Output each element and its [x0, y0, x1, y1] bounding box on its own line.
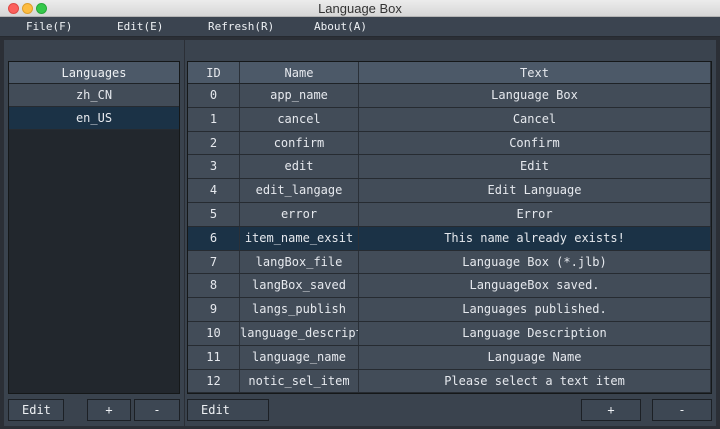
table-body: 0 app_name Language Box 1 cancel Cancel 2 confi…	[188, 84, 711, 394]
cell-id: 2	[188, 131, 240, 155]
cell-text: Confirm	[359, 131, 711, 155]
table-row[interactable]: 9 langs_publish Languages published.	[188, 298, 711, 322]
cell-id: 6	[188, 226, 240, 250]
cell-text: Language Box (*.jlb)	[359, 250, 711, 274]
cell-id: 1	[188, 107, 240, 131]
cell-id: 8	[188, 274, 240, 298]
menu-refresh[interactable]: Refresh(R)	[208, 20, 274, 33]
language-item-en-us[interactable]: en_US	[9, 107, 179, 130]
edit-language-button[interactable]: Edit	[8, 399, 64, 421]
cell-text: Language Name	[359, 345, 711, 369]
cell-id: 0	[188, 84, 240, 107]
table-row[interactable]: 0 app_name Language Box	[188, 84, 711, 108]
table-row[interactable]: 6 item_name_exsit This name already exists…	[188, 226, 711, 251]
cell-id: 5	[188, 202, 240, 226]
cell-name: language_descript	[240, 321, 359, 345]
table-row[interactable]: 10 language_descript Language Description	[188, 321, 711, 346]
cell-text: Languages published.	[359, 298, 711, 321]
cell-text: Cancel	[359, 107, 711, 131]
cell-text: Language Description	[359, 321, 711, 345]
menu-about[interactable]: About(A)	[314, 20, 367, 33]
cell-name: app_name	[240, 84, 359, 107]
cell-name: language_name	[240, 345, 359, 369]
table-row[interactable]: 5 error Error	[188, 202, 711, 227]
cell-id: 4	[188, 179, 240, 202]
add-text-button[interactable]: +	[581, 399, 641, 421]
cell-text: Edit	[359, 155, 711, 179]
cell-id: 3	[188, 155, 240, 179]
table-row[interactable]: 7 langBox_file Language Box (*.jlb)	[188, 250, 711, 275]
table-row[interactable]: 3 edit Edit	[188, 155, 711, 180]
texts-table[interactable]: ID Name Text 0 app_name Language Box 1 cance…	[187, 61, 712, 394]
menu-bar: File(F) Edit(E) Refresh(R) About(A)	[0, 17, 720, 37]
cell-text: LanguageBox saved.	[359, 274, 711, 298]
cell-name: error	[240, 202, 359, 226]
languages-list[interactable]: Languages zh_CN en_US	[8, 61, 180, 394]
cell-name: edit_langage	[240, 179, 359, 202]
table-row[interactable]: 11 language_name Language Name	[188, 345, 711, 370]
cell-name: cancel	[240, 107, 359, 131]
remove-text-button[interactable]: -	[652, 399, 712, 421]
cell-id: 7	[188, 250, 240, 274]
cell-name: item_name_exsit	[240, 226, 359, 250]
cell-name: edit	[240, 155, 359, 179]
cell-name: notic_sel_item	[240, 369, 359, 393]
cell-text: Error	[359, 202, 711, 226]
cell-id: 9	[188, 298, 240, 321]
cell-id: 11	[188, 345, 240, 369]
cell-name: langs_publish	[240, 298, 359, 321]
edit-text-button[interactable]: Edit	[187, 399, 269, 421]
table-row[interactable]: 1 cancel Cancel	[188, 107, 711, 132]
languages-header: Languages	[9, 62, 179, 84]
language-item-zh-cn[interactable]: zh_CN	[9, 84, 179, 107]
menu-file[interactable]: File(F)	[26, 20, 72, 33]
title-bar: Language Box	[0, 0, 720, 17]
add-language-button[interactable]: +	[87, 399, 131, 421]
table-row[interactable]: 12 notic_sel_item Please select a text ite…	[188, 369, 711, 394]
table-row[interactable]: 2 confirm Confirm	[188, 131, 711, 156]
cell-text: Edit Language	[359, 179, 711, 202]
cell-id: 10	[188, 321, 240, 345]
cell-id: 12	[188, 369, 240, 393]
cell-text: Please select a text item	[359, 369, 711, 393]
cell-name: langBox_saved	[240, 274, 359, 298]
table-row[interactable]: 4 edit_langage Edit Language	[188, 179, 711, 203]
column-header-name[interactable]: Name	[240, 62, 359, 83]
remove-language-button[interactable]: -	[134, 399, 180, 421]
table-row[interactable]: 8 langBox_saved LanguageBox saved.	[188, 274, 711, 299]
column-header-id[interactable]: ID	[188, 62, 240, 83]
column-header-text[interactable]: Text	[359, 62, 711, 83]
cell-text: This name already exists!	[359, 226, 711, 250]
window-title: Language Box	[318, 1, 402, 16]
cell-text: Language Box	[359, 84, 711, 107]
table-header: ID Name Text	[188, 62, 711, 84]
cell-name: confirm	[240, 131, 359, 155]
menu-edit[interactable]: Edit(E)	[117, 20, 163, 33]
cell-name: langBox_file	[240, 250, 359, 274]
